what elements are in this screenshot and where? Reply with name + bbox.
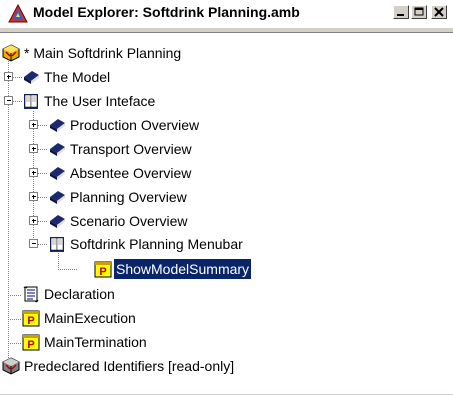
- svg-text:P: P: [27, 315, 34, 327]
- procedure-icon: P: [22, 310, 40, 327]
- close-button[interactable]: [431, 5, 447, 19]
- book-icon: [50, 119, 65, 132]
- plus-icon: [7, 75, 11, 79]
- tree-item-transport-overview[interactable]: Transport Overview: [0, 138, 453, 160]
- plus-icon: [32, 171, 36, 175]
- procedure-icon: P: [22, 334, 40, 351]
- expand-toggle[interactable]: [29, 192, 38, 201]
- tree-item-label: Transport Overview: [70, 141, 192, 157]
- book-icon: [50, 143, 65, 156]
- minus-icon: [7, 100, 11, 101]
- tree-item-label: MainExecution: [44, 310, 136, 326]
- expand-toggle[interactable]: [29, 120, 38, 129]
- tree-item-label: * Main Softdrink Planning: [24, 45, 182, 61]
- tree-root[interactable]: * Main Softdrink Planning: [0, 42, 453, 64]
- tree-item-absentee-overview[interactable]: Absentee Overview: [0, 162, 453, 184]
- tree-item-label: Declaration: [44, 286, 115, 302]
- collapse-toggle[interactable]: [29, 239, 38, 248]
- tree-item-label: Scenario Overview: [70, 213, 188, 229]
- tree-item-label: Predeclared Identifiers [read-only]: [24, 358, 235, 374]
- tree-item-menubar[interactable]: Softdrink Planning Menubar: [0, 233, 453, 255]
- plus-icon: [32, 147, 36, 151]
- svg-text:P: P: [27, 339, 34, 351]
- tree-item-production-overview[interactable]: Production Overview: [0, 114, 453, 136]
- collapse-toggle[interactable]: [4, 96, 13, 105]
- tree-item-label: Softdrink Planning Menubar: [70, 236, 243, 252]
- plus-icon: [32, 219, 36, 223]
- expand-toggle[interactable]: [4, 72, 13, 81]
- tree-item-label: The Model: [44, 69, 111, 85]
- predeclared-box-icon: [2, 357, 20, 375]
- plus-icon: [32, 123, 36, 127]
- title-bar[interactable]: Model Explorer: Softdrink Planning.amb: [0, 0, 453, 28]
- tree-item-mainexecution[interactable]: P MainExecution: [0, 307, 453, 329]
- open-book-icon: [50, 237, 64, 252]
- tree-item-label: MainTermination: [44, 334, 147, 350]
- minimize-button[interactable]: [393, 5, 409, 19]
- window-title: Model Explorer: Softdrink Planning.amb: [33, 4, 300, 20]
- tree-item-label: Absentee Overview: [70, 165, 192, 181]
- model-tree[interactable]: * Main Softdrink Planning The Model The …: [0, 32, 453, 394]
- minus-icon: [32, 243, 36, 244]
- tree-item-showmodelsummary[interactable]: P ShowModelSummary: [0, 258, 453, 280]
- declaration-scroll-icon: [23, 286, 39, 303]
- svg-text:P: P: [99, 266, 106, 278]
- tree-item-label: Production Overview: [70, 117, 200, 133]
- minimize-icon: [397, 14, 404, 16]
- tree-item-predeclared[interactable]: Predeclared Identifiers [read-only]: [0, 355, 453, 377]
- plus-icon: [32, 195, 36, 199]
- tree-item-label: The User Inteface: [44, 93, 156, 109]
- open-book-icon: [24, 94, 38, 109]
- tree-item-user-interface[interactable]: The User Inteface: [0, 90, 453, 112]
- book-icon: [50, 167, 65, 180]
- main-model-icon: [2, 44, 20, 62]
- maximize-button[interactable]: [411, 5, 427, 19]
- tree-item-label: ShowModelSummary: [114, 259, 252, 279]
- tree-item-label: Planning Overview: [70, 189, 187, 205]
- maximize-icon: [414, 7, 424, 16]
- book-icon: [50, 191, 65, 204]
- tree-item-scenario-overview[interactable]: Scenario Overview: [0, 210, 453, 232]
- tree-item-declaration[interactable]: Declaration: [0, 283, 453, 305]
- procedure-icon: P: [94, 261, 112, 278]
- book-icon: [50, 215, 65, 228]
- tree-item-maintermination[interactable]: P MainTermination: [0, 331, 453, 353]
- close-icon: [434, 7, 444, 17]
- aimms-app-icon: [8, 4, 28, 23]
- tree-item-the-model[interactable]: The Model: [0, 66, 453, 88]
- tree-item-planning-overview[interactable]: Planning Overview: [0, 186, 453, 208]
- expand-toggle[interactable]: [29, 168, 38, 177]
- expand-toggle[interactable]: [29, 216, 38, 225]
- expand-toggle[interactable]: [29, 144, 38, 153]
- book-icon: [24, 71, 39, 84]
